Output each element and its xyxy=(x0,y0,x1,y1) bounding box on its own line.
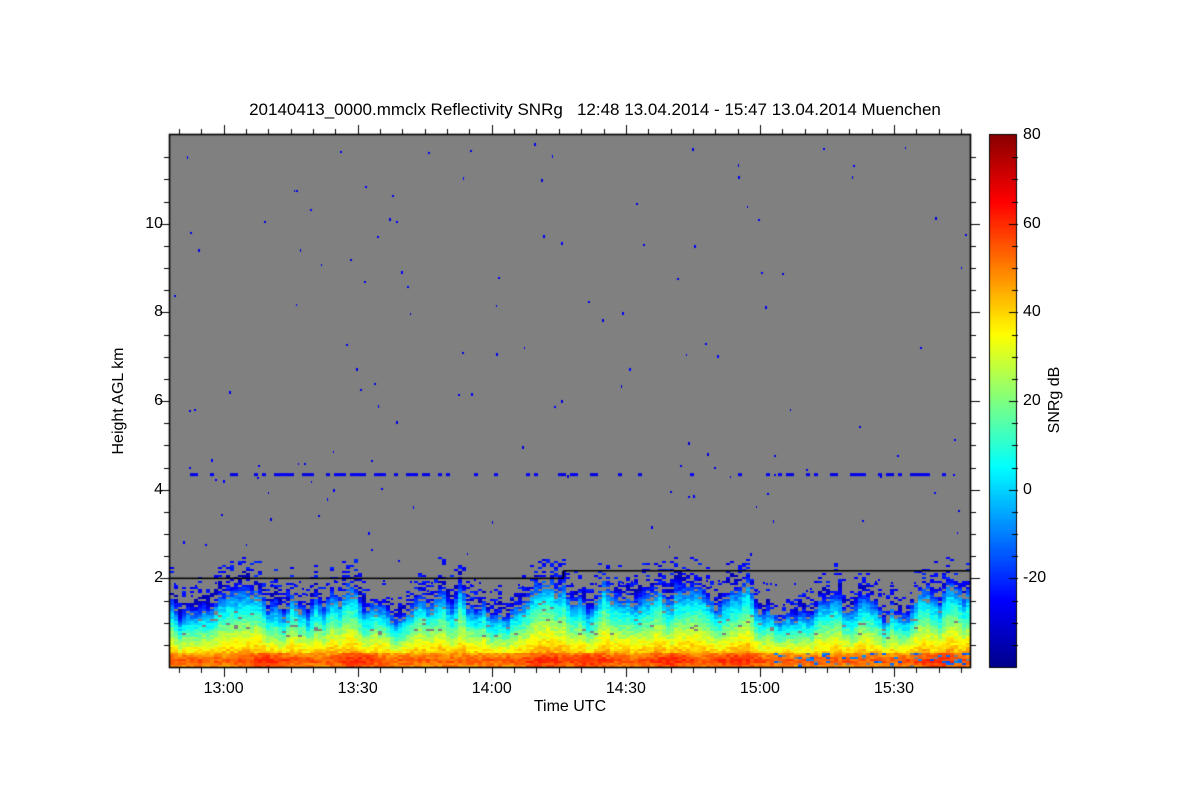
x-axis-label: Time UTC xyxy=(533,698,607,715)
y-tick-label: 10 xyxy=(145,214,163,232)
colorbar-tick-label: 40 xyxy=(1023,303,1041,321)
radar-reflectivity-quicklook: 20140413_0000.mmclx Reflectivity SNRg 12… xyxy=(0,0,1200,800)
colorbar-tick-label: 20 xyxy=(1023,392,1041,409)
x-tick-label: 14:30 xyxy=(605,680,646,697)
x-tick-label: 13:30 xyxy=(337,680,378,697)
colorbar-tick-label: 0 xyxy=(1023,480,1032,498)
y-tick-label: 6 xyxy=(154,392,163,409)
x-tick-label: 14:00 xyxy=(471,680,512,697)
y-tick-label: 4 xyxy=(154,480,163,498)
y-tick-label: 8 xyxy=(154,303,163,321)
x-tick-label: 13:00 xyxy=(203,680,244,697)
colorbar-tick-label: 60 xyxy=(1023,214,1041,232)
y-tick-label: 2 xyxy=(154,569,163,587)
colorbar-label: SNRg dB xyxy=(1045,366,1063,434)
chart-title: 20140413_0000.mmclx Reflectivity SNRg 12… xyxy=(249,100,941,119)
colorbar-tick-label: -20 xyxy=(1023,569,1047,587)
x-tick-label: 15:30 xyxy=(873,680,915,697)
colorbar-tick-label: 80 xyxy=(1023,126,1041,143)
x-tick-label: 15:00 xyxy=(739,680,780,697)
